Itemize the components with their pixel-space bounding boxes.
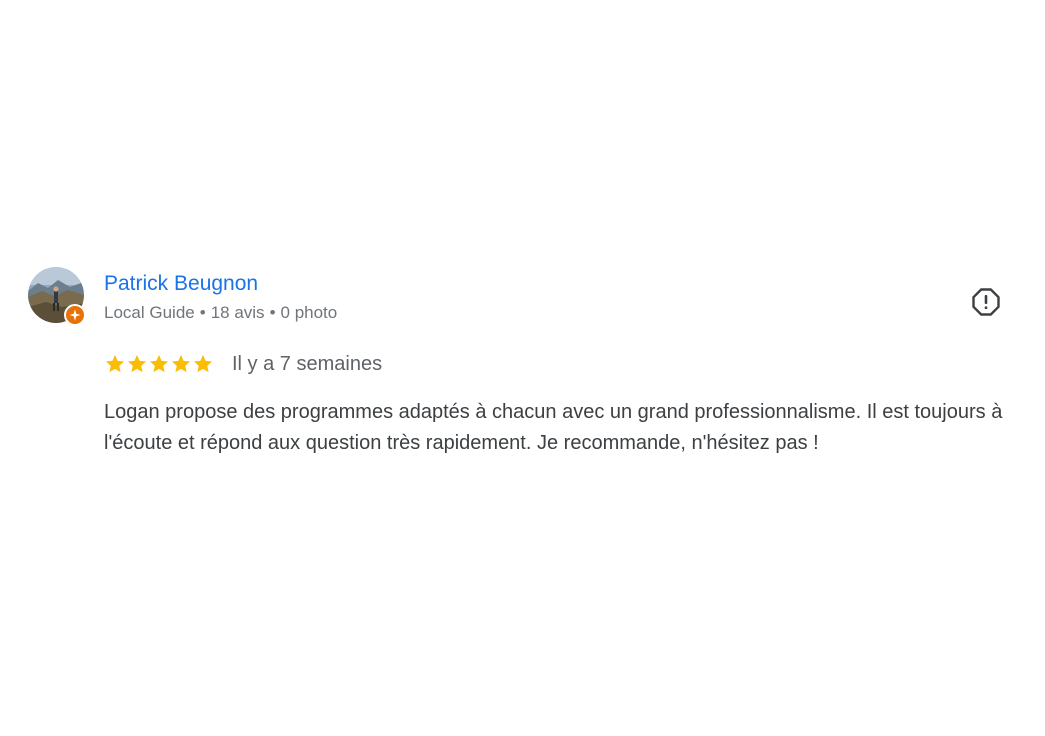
star-icon xyxy=(194,355,212,373)
reviews-count: 18 avis xyxy=(210,303,265,322)
photos-count: 0 photo xyxy=(280,303,338,322)
author-avatar[interactable] xyxy=(28,267,86,326)
star-icon xyxy=(106,355,124,373)
rating-row: Il y a 7 semaines xyxy=(104,351,382,377)
author-meta: Local Guide • 18 avis • 0 photo xyxy=(104,303,337,323)
meta-separator: • xyxy=(199,303,206,322)
star-icon xyxy=(150,355,168,373)
report-flag-icon xyxy=(972,288,1000,316)
report-review-button[interactable] xyxy=(968,284,1004,320)
local-guide-label: Local Guide xyxy=(104,303,195,322)
author-name-link[interactable]: Patrick Beugnon xyxy=(104,272,258,296)
review-date: Il y a 7 semaines xyxy=(232,352,383,375)
local-guide-badge xyxy=(64,304,86,326)
meta-separator: • xyxy=(269,303,276,322)
local-guide-star-icon xyxy=(69,309,81,321)
star-icon xyxy=(172,355,190,373)
review-text: Logan propose des programmes adaptés à c… xyxy=(104,401,1003,454)
star-rating xyxy=(104,353,214,375)
star-icon xyxy=(128,355,146,373)
